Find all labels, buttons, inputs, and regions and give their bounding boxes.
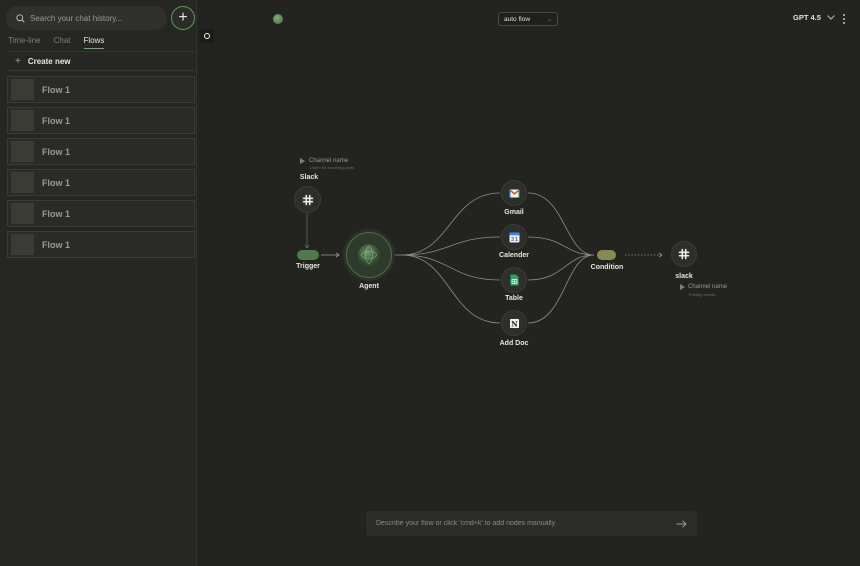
flow-name: Flow 1 <box>42 208 71 219</box>
flow-thumbnail <box>11 141 34 162</box>
flow-list: Flow 1 Flow 1 Flow 1 Flow 1 Flow 1 Flow … <box>7 76 195 262</box>
table-label: Table <box>505 295 523 302</box>
calendar-node[interactable]: 31 <box>501 224 527 250</box>
play-icon <box>680 284 685 290</box>
slack-out-label: slack <box>675 273 693 280</box>
gmail-node[interactable] <box>501 180 527 206</box>
flow-name: Flow 1 <box>42 115 71 126</box>
slack-icon <box>302 194 313 205</box>
table-node[interactable] <box>501 267 527 293</box>
condition-label: Condition <box>590 264 624 271</box>
mode-select[interactable]: auto flow ⌄ <box>498 12 558 26</box>
trigger-label: Trigger <box>296 263 320 270</box>
flow-name: Flow 1 <box>42 177 71 188</box>
add-doc-node[interactable]: N <box>501 310 527 336</box>
model-select-value: GPT 4.5 <box>793 13 821 22</box>
flow-thumbnail <box>11 110 34 131</box>
flow-list-item[interactable]: Flow 1 <box>7 231 195 258</box>
tab-chat[interactable]: Chat <box>54 36 71 49</box>
search-input[interactable] <box>30 13 160 23</box>
mode-select-value: auto flow <box>504 15 531 23</box>
arrow-right-icon[interactable] <box>676 519 687 528</box>
add-doc-label: Add Doc <box>499 340 529 347</box>
flow-thumbnail <box>11 79 34 100</box>
slack-icon <box>678 248 690 260</box>
slack-in-label: Slack <box>299 174 319 181</box>
calendar-icon: 31 <box>509 232 519 243</box>
search-icon <box>16 13 25 23</box>
model-select[interactable]: GPT 4.5 <box>793 13 835 22</box>
slack-trigger-node[interactable] <box>294 186 321 213</box>
agent-orb-icon <box>358 244 380 266</box>
flow-list-item[interactable]: Flow 1 <box>7 76 195 103</box>
calendar-label: Calender <box>499 252 529 259</box>
plus-icon: + <box>15 56 21 67</box>
new-chat-button[interactable]: + <box>171 6 195 30</box>
search-box[interactable] <box>6 6 167 30</box>
flow-list-item[interactable]: Flow 1 <box>7 200 195 227</box>
prompt-input[interactable] <box>376 520 676 527</box>
trigger-node[interactable] <box>297 250 319 260</box>
sidebar: + Time-line Chat Flows + Create new Flow… <box>0 0 197 566</box>
flow-name: Flow 1 <box>42 239 71 250</box>
chevron-down-icon <box>827 15 835 20</box>
create-new-label: Create new <box>27 57 71 66</box>
svg-text:31: 31 <box>510 237 518 243</box>
chevron-down-icon: ⌄ <box>546 16 552 23</box>
flow-list-item[interactable]: Flow 1 <box>7 169 195 196</box>
slack-out-caption: Posting events <box>689 292 716 297</box>
agent-label: Agent <box>359 283 379 290</box>
sidebar-tabs: Time-line Chat Flows <box>8 36 105 49</box>
sidebar-divider <box>6 51 195 52</box>
create-new-button[interactable]: + Create new <box>7 53 195 71</box>
tab-timeline[interactable]: Time-line <box>8 36 41 49</box>
slack-out-channel: Channel name <box>688 284 728 290</box>
flow-list-item[interactable]: Flow 1 <box>7 107 195 134</box>
toggle-panel-button[interactable] <box>200 29 214 43</box>
flow-name: Flow 1 <box>42 84 71 95</box>
slack-in-channel: Channel name <box>309 158 349 164</box>
svg-text:N: N <box>511 319 518 328</box>
slack-in-caption: Listen for incoming posts <box>310 165 355 170</box>
gmail-label: Gmail <box>504 209 524 216</box>
tab-flows[interactable]: Flows <box>83 36 105 49</box>
flow-thumbnail <box>11 234 34 255</box>
circle-icon <box>204 33 210 39</box>
slack-output-node[interactable] <box>671 241 697 267</box>
sheets-icon <box>510 274 518 286</box>
play-icon <box>300 158 305 164</box>
condition-node[interactable] <box>597 250 616 260</box>
agent-node[interactable] <box>346 232 392 278</box>
flow-thumbnail <box>11 172 34 193</box>
gmail-icon <box>508 188 520 197</box>
notion-icon: N <box>508 317 520 329</box>
more-menu-icon[interactable] <box>840 12 848 26</box>
flow-thumbnail <box>11 203 34 224</box>
flow-list-item[interactable]: Flow 1 <box>7 138 195 165</box>
app-logo-icon <box>273 14 283 24</box>
prompt-bar <box>366 511 697 536</box>
flow-name: Flow 1 <box>42 146 71 157</box>
